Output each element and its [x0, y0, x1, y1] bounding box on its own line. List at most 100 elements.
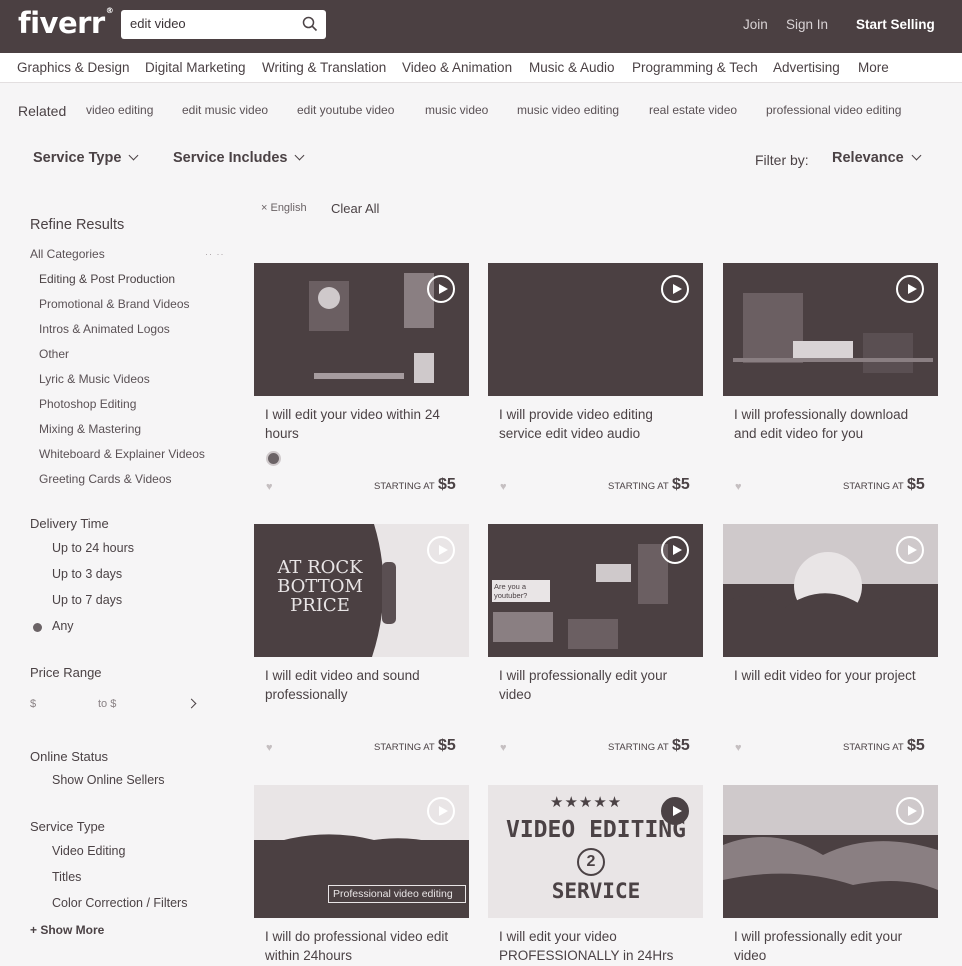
category-more[interactable]: More — [858, 60, 889, 75]
sidebar-category[interactable]: Promotional & Brand Videos — [39, 297, 190, 311]
filter-by-label: Filter by: — [755, 152, 809, 168]
count: ·· ·· — [205, 249, 225, 259]
start-selling-link[interactable]: Start Selling — [856, 17, 935, 32]
play-icon[interactable] — [661, 797, 689, 825]
gig-thumbnail[interactable] — [723, 524, 938, 657]
price-min-input[interactable]: $ — [30, 698, 36, 710]
related-tag[interactable]: music video — [425, 103, 488, 117]
gig-title[interactable]: I will edit your video within 24 hours — [265, 405, 465, 443]
sort-dropdown[interactable]: Relevance — [832, 150, 922, 166]
heart-icon[interactable]: ♥ — [500, 481, 507, 493]
number-two-badge-icon: 2 — [577, 848, 605, 876]
sign-in-link[interactable]: Sign In — [786, 17, 828, 32]
category-writing-translation[interactable]: Writing & Translation — [262, 60, 386, 75]
show-online-sellers-toggle[interactable]: Show Online Sellers — [52, 773, 165, 787]
related-tag[interactable]: music video editing — [517, 103, 619, 117]
gig-card[interactable]: Are you a youtuber? I will professionall… — [488, 524, 703, 769]
delivery-option-24h[interactable]: Up to 24 hours — [52, 541, 134, 555]
gig-card[interactable]: I will edit your video within 24 hours ♥… — [254, 263, 469, 508]
gig-thumbnail[interactable]: ★★★★★ VIDEO EDITING 2 SERVICE — [488, 785, 703, 918]
related-tag[interactable]: edit youtube video — [297, 103, 394, 117]
gig-thumbnail[interactable] — [488, 263, 703, 396]
related-tag[interactable]: real estate video — [649, 103, 737, 117]
gig-thumbnail[interactable]: Professional video editing — [254, 785, 469, 918]
category-music-audio[interactable]: Music & Audio — [529, 60, 615, 75]
sidebar-category[interactable]: Editing & Post Production — [39, 272, 175, 286]
category-graphics-design[interactable]: Graphics & Design — [17, 60, 130, 75]
radio-selected-icon[interactable] — [33, 623, 42, 632]
sidebar-all-categories[interactable]: All Categories — [30, 247, 105, 261]
gig-title[interactable]: I will edit video for your project — [734, 666, 934, 685]
sidebar-category[interactable]: Greeting Cards & Videos — [39, 472, 172, 486]
search-icon[interactable] — [302, 16, 318, 32]
gig-thumbnail[interactable] — [254, 263, 469, 396]
play-icon[interactable] — [896, 275, 924, 303]
search-input[interactable] — [130, 16, 290, 31]
sort-value: Relevance — [832, 150, 904, 166]
category-advertising[interactable]: Advertising — [773, 60, 840, 75]
gig-thumbnail[interactable]: AT ROCK BOTTOM PRICE — [254, 524, 469, 657]
fiverr-logo[interactable]: fiverr® — [18, 6, 114, 40]
gig-title[interactable]: I will professionally edit your video — [499, 666, 699, 704]
gig-card[interactable]: I will provide video editing service edi… — [488, 263, 703, 508]
play-icon[interactable] — [661, 275, 689, 303]
gig-card[interactable]: I will professionally edit your video — [723, 785, 938, 966]
price-range-title: Price Range — [30, 665, 102, 680]
gig-card[interactable]: AT ROCK BOTTOM PRICE I will edit video a… — [254, 524, 469, 769]
show-more-link[interactable]: + Show More — [30, 923, 104, 937]
gig-card[interactable]: Professional video editing I will do pro… — [254, 785, 469, 966]
category-video-animation[interactable]: Video & Animation — [402, 60, 512, 75]
play-icon[interactable] — [427, 797, 455, 825]
related-tag[interactable]: professional video editing — [766, 103, 901, 117]
gig-title[interactable]: I will edit your video PROFESSIONALLY in… — [499, 927, 699, 965]
gig-price: $5 — [907, 737, 925, 754]
chevron-right-icon[interactable] — [186, 698, 197, 709]
price-max-input[interactable]: to $ — [98, 698, 116, 710]
gig-card[interactable]: I will professionally download and edit … — [723, 263, 938, 508]
gig-title[interactable]: I will provide video editing service edi… — [499, 405, 699, 443]
gig-thumbnail[interactable]: Are you a youtuber? — [488, 524, 703, 657]
play-icon[interactable] — [427, 536, 455, 564]
sidebar-category[interactable]: Intros & Animated Logos — [39, 322, 170, 336]
service-includes-label: Service Includes — [173, 150, 288, 166]
category-programming-tech[interactable]: Programming & Tech — [632, 60, 758, 75]
play-icon[interactable] — [896, 536, 924, 564]
service-includes-dropdown[interactable]: Service Includes — [173, 150, 305, 166]
heart-icon[interactable]: ♥ — [500, 742, 507, 754]
related-tag[interactable]: video editing — [86, 103, 153, 117]
heart-icon[interactable]: ♥ — [266, 481, 273, 493]
service-type-dropdown[interactable]: Service Type — [33, 150, 139, 166]
gig-thumbnail[interactable] — [723, 785, 938, 918]
gig-thumbnail[interactable] — [723, 263, 938, 396]
starting-at-label: STARTING AT — [374, 481, 435, 492]
sidebar-category[interactable]: Whiteboard & Explainer Videos — [39, 447, 205, 461]
delivery-option-7d[interactable]: Up to 7 days — [52, 593, 122, 607]
gig-title[interactable]: I will professionally edit your video — [734, 927, 934, 965]
gig-title[interactable]: I will edit video and sound professional… — [265, 666, 465, 704]
heart-icon[interactable]: ♥ — [266, 742, 273, 754]
service-option[interactable]: Titles — [52, 870, 81, 884]
play-icon[interactable] — [427, 275, 455, 303]
gig-card[interactable]: I will edit video for your project ♥ STA… — [723, 524, 938, 769]
related-tag[interactable]: edit music video — [182, 103, 268, 117]
heart-icon[interactable]: ♥ — [735, 481, 742, 493]
starting-at-label: STARTING AT — [374, 742, 435, 753]
delivery-option-3d[interactable]: Up to 3 days — [52, 567, 122, 581]
sidebar-category[interactable]: Photoshop Editing — [39, 397, 136, 411]
service-option[interactable]: Video Editing — [52, 844, 125, 858]
gig-title[interactable]: I will professionally download and edit … — [734, 405, 934, 443]
sidebar-category[interactable]: Mixing & Mastering — [39, 422, 141, 436]
clear-all-link[interactable]: Clear All — [331, 201, 379, 216]
gig-title[interactable]: I will do professional video edit within… — [265, 927, 465, 965]
sidebar-category[interactable]: Lyric & Music Videos — [39, 372, 150, 386]
category-digital-marketing[interactable]: Digital Marketing — [145, 60, 246, 75]
gig-card[interactable]: ★★★★★ VIDEO EDITING 2 SERVICE I will edi… — [488, 785, 703, 966]
delivery-option-any[interactable]: Any — [52, 619, 74, 633]
english-filter-chip[interactable]: × English — [261, 202, 307, 214]
join-link[interactable]: Join — [743, 17, 768, 32]
service-option[interactable]: Color Correction / Filters — [52, 896, 187, 910]
sidebar-category[interactable]: Other — [39, 347, 69, 361]
heart-icon[interactable]: ♥ — [735, 742, 742, 754]
play-icon[interactable] — [661, 536, 689, 564]
play-icon[interactable] — [896, 797, 924, 825]
